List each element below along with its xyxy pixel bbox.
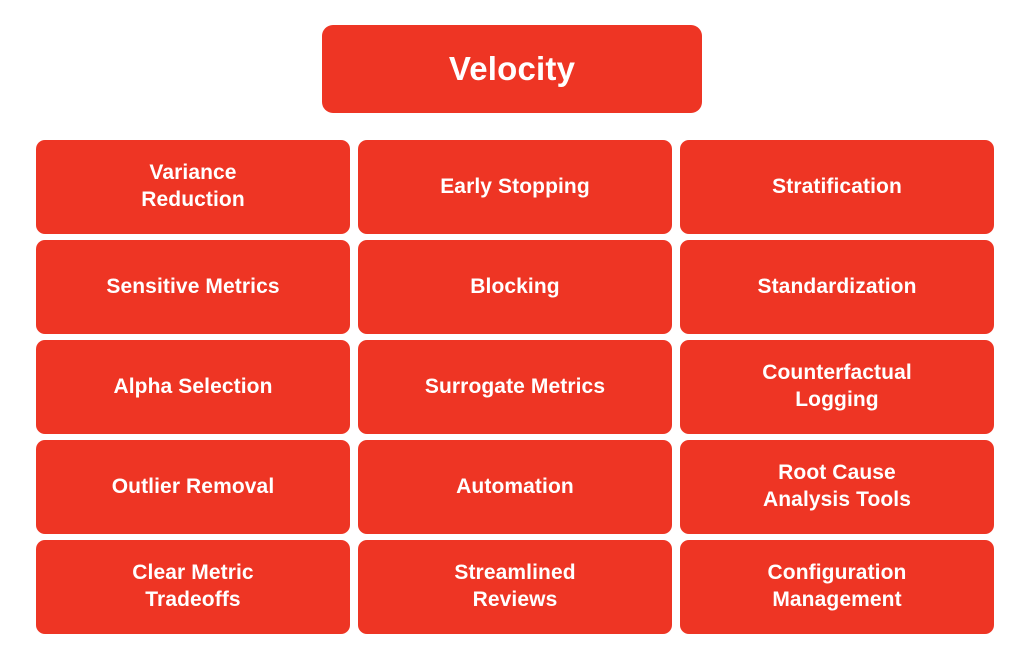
node-label: Configuration Management: [767, 561, 907, 611]
node-grid-row-2: Sensitive Metrics Blocking Standardizati…: [36, 240, 994, 334]
node-label: Streamlined Reviews: [454, 561, 576, 611]
node-label: Stratification: [772, 174, 902, 198]
node-variance-reduction[interactable]: Variance Reduction: [36, 140, 350, 234]
node-grid-row-3: Alpha Selection Surrogate Metrics Counte…: [36, 340, 994, 434]
node-sensitive-metrics[interactable]: Sensitive Metrics: [36, 240, 350, 334]
node-surrogate-metrics[interactable]: Surrogate Metrics: [358, 340, 672, 434]
node-blocking[interactable]: Blocking: [358, 240, 672, 334]
node-streamlined-reviews[interactable]: Streamlined Reviews: [358, 540, 672, 634]
node-label: Alpha Selection: [113, 374, 273, 398]
node-stratification[interactable]: Stratification: [680, 140, 994, 234]
node-grid-row-1: Variance Reduction Early Stopping Strati…: [36, 140, 994, 234]
node-label: Root Cause Analysis Tools: [762, 461, 912, 511]
node-label: Sensitive Metrics: [106, 274, 280, 298]
root-node-velocity[interactable]: Velocity: [322, 25, 702, 113]
node-label: Clear Metric Tradeoffs: [132, 561, 254, 611]
diagram-header-row: Velocity: [0, 25, 1024, 113]
diagram-canvas: Velocity Variance Reduction Early Stoppi…: [0, 0, 1024, 648]
node-grid-row-5: Clear Metric Tradeoffs Streamlined Revie…: [36, 540, 994, 634]
node-label: Surrogate Metrics: [424, 374, 606, 398]
node-counterfactual-logging[interactable]: Counterfactual Logging: [680, 340, 994, 434]
node-standardization[interactable]: Standardization: [680, 240, 994, 334]
node-label: Counterfactual Logging: [762, 361, 912, 411]
node-automation[interactable]: Automation: [358, 440, 672, 534]
node-configuration-management[interactable]: Configuration Management: [680, 540, 994, 634]
node-grid: Variance Reduction Early Stopping Strati…: [36, 140, 994, 634]
node-root-cause-analysis-tools[interactable]: Root Cause Analysis Tools: [680, 440, 994, 534]
root-node-label: Velocity: [448, 50, 576, 88]
node-label: Variance Reduction: [141, 161, 245, 211]
node-alpha-selection[interactable]: Alpha Selection: [36, 340, 350, 434]
node-label: Outlier Removal: [111, 474, 275, 498]
node-label: Automation: [456, 474, 574, 498]
node-label: Blocking: [470, 274, 560, 298]
node-label: Standardization: [757, 274, 917, 298]
node-clear-metric-tradeoffs[interactable]: Clear Metric Tradeoffs: [36, 540, 350, 634]
node-outlier-removal[interactable]: Outlier Removal: [36, 440, 350, 534]
node-label: Early Stopping: [440, 174, 590, 198]
node-grid-row-4: Outlier Removal Automation Root Cause An…: [36, 440, 994, 534]
node-early-stopping[interactable]: Early Stopping: [358, 140, 672, 234]
